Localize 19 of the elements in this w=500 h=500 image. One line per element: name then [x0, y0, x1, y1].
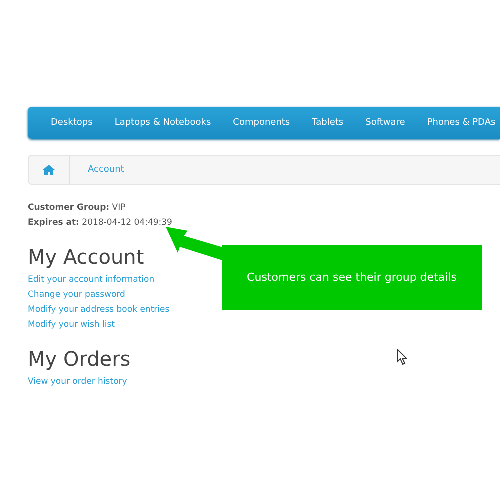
section-link[interactable]: Modify your address book entries: [28, 303, 170, 318]
section-heading: My Orders: [28, 347, 131, 371]
mouse-cursor-icon: [397, 349, 407, 365]
section-link[interactable]: View your order history: [28, 375, 128, 390]
section-link[interactable]: Modify your wish list: [28, 318, 115, 333]
nav-link[interactable]: Components: [222, 118, 302, 128]
customer-info-text: Customer Group: VIP: [28, 202, 127, 215]
customer-info-text: Expires at: 2018-04-12 04:49:39: [28, 217, 174, 230]
section-heading: My Account: [28, 245, 144, 269]
nav-link[interactable]: Tablets: [301, 118, 355, 128]
nav-link[interactable]: Desktops: [40, 118, 104, 128]
home-icon[interactable]: [43, 165, 55, 175]
breadcrumb-link[interactable]: Account: [69, 156, 142, 184]
section-link[interactable]: Edit your account information: [28, 273, 155, 288]
section-link[interactable]: Change your password: [28, 288, 126, 303]
callout-box: Customers can see their group details: [222, 245, 482, 310]
nav-link[interactable]: Laptops & Notebooks: [104, 118, 222, 128]
nav-link[interactable]: Phones & PDAs: [416, 118, 500, 128]
nav-link[interactable]: Software: [354, 118, 416, 128]
